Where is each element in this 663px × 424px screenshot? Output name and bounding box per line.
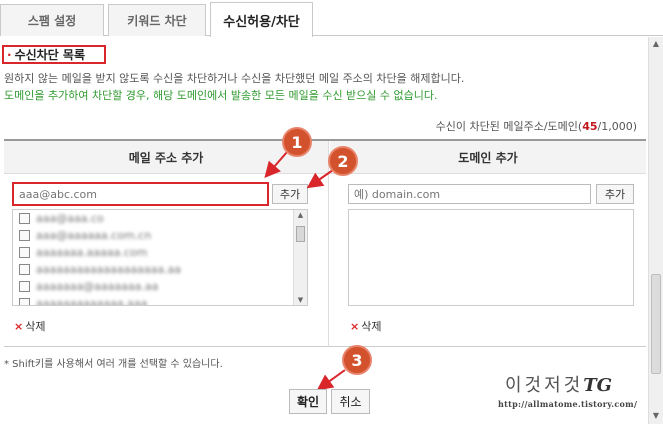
email-list[interactable]: aaa@aaa.co aaa@aaaaaa.com.cn aaaaaaa.aaa… (12, 209, 308, 306)
section-title: · 수신차단 목록 (2, 45, 106, 64)
email-list-scrollbar[interactable]: ▲ ▼ (293, 210, 307, 305)
watermark-tg: TG (583, 375, 613, 396)
checkbox[interactable] (19, 247, 30, 258)
checkbox[interactable] (19, 281, 30, 292)
step-badge-3: 3 (342, 345, 372, 375)
list-item[interactable]: aaaaaaaaaaaaa.aaa (13, 295, 307, 306)
bullet-icon: · (7, 47, 12, 62)
list-item[interactable]: aaaaaaa@aaaaaaa.aa (13, 278, 307, 295)
email-item-text: aaaaaaa@aaaaaaa.aa (36, 280, 159, 293)
scroll-down-icon[interactable]: ▼ (651, 411, 661, 420)
email-item-text: aaaaaaaaaaaaaaaaaaa.aa (36, 263, 182, 276)
scroll-up-icon[interactable]: ▲ (651, 39, 661, 48)
blocked-count: 수신이 차단된 메일주소/도메인(45/1,000) (436, 118, 637, 134)
email-add-button[interactable]: 추가 (272, 184, 308, 204)
scroll-thumb[interactable] (651, 274, 661, 374)
blocked-count-value: 45 (582, 120, 598, 133)
email-heading: 메일 주소 추가 (4, 141, 328, 174)
email-item-text: aaa@aaaaaa.com.cn (36, 229, 152, 242)
tab-allow-block[interactable]: 수신허용/차단 (210, 2, 313, 37)
list-item[interactable]: aaa@aaa.co (13, 210, 307, 227)
cancel-button[interactable]: 취소 (331, 389, 370, 414)
blocked-count-prefix: 수신이 차단된 메일주소/도메인( (435, 120, 583, 133)
email-delete-button[interactable]: × 삭제 (14, 318, 45, 334)
email-item-text: aaa@aaa.co (36, 212, 104, 225)
tab-spam-settings[interactable]: 스팸 설정 (0, 4, 104, 36)
checkbox[interactable] (19, 298, 30, 305)
tab-bar: 스팸 설정 키워드 차단 수신허용/차단 (0, 0, 663, 37)
watermark-url: http://allmatome.tistory.com/ (498, 399, 638, 409)
list-item[interactable]: aaaaaaaaaaaaaaaaaaa.aa (13, 261, 307, 278)
watermark-logo: 이것저것TG (505, 371, 612, 397)
tab-keyword-block[interactable]: 키워드 차단 (108, 4, 206, 36)
scroll-down-icon[interactable]: ▼ (296, 296, 305, 304)
confirm-button[interactable]: 확인 (289, 389, 327, 414)
domain-delete-label: 삭제 (361, 320, 382, 333)
domain-input[interactable] (348, 184, 591, 204)
email-item-text: aaaaaaa.aaaaa.com (36, 246, 148, 259)
delete-x-icon: × (14, 319, 24, 333)
scroll-up-icon[interactable]: ▲ (296, 211, 305, 219)
shift-note: * Shift키를 사용해서 여러 개를 선택할 수 있습니다. (4, 359, 223, 370)
step-badge-1: 1 (282, 127, 312, 157)
watermark-text: 이것저것 (505, 375, 584, 396)
delete-x-icon: × (350, 319, 360, 333)
domain-add-button[interactable]: 추가 (596, 184, 634, 204)
domain-delete-button[interactable]: × 삭제 (350, 318, 381, 334)
domain-heading: 도메인 추가 (330, 141, 646, 174)
blocked-count-suffix: /1,000) (597, 120, 638, 133)
list-item[interactable]: aaaaaaa.aaaaa.com (13, 244, 307, 261)
step-badge-2: 2 (328, 146, 358, 176)
page-scrollbar[interactable]: ▲ ▼ (648, 37, 663, 424)
domain-list[interactable] (348, 209, 634, 306)
domain-warning-text: 도메인을 추가하여 차단할 경우, 해당 도메인에서 발송한 모든 메일을 수신… (4, 89, 438, 102)
block-panel: 메일 주소 추가 추가 aaa@aaa.co aaa@aaaaaa.com.cn… (4, 139, 646, 347)
email-column: 메일 주소 추가 추가 aaa@aaa.co aaa@aaaaaa.com.cn… (4, 141, 329, 347)
list-item[interactable]: aaa@aaaaaa.com.cn (13, 227, 307, 244)
checkbox[interactable] (19, 230, 30, 241)
scroll-thumb[interactable] (296, 226, 305, 242)
email-input[interactable] (12, 182, 269, 206)
description-text: 원하지 않는 메일을 받지 않도록 수신을 차단하거나 수신을 차단했던 메일 … (4, 72, 465, 85)
arrow-3 (316, 369, 346, 391)
section-title-text: 수신차단 목록 (14, 48, 85, 62)
email-item-text: aaaaaaaaaaaaa.aaa (36, 297, 148, 306)
checkbox[interactable] (19, 213, 30, 224)
checkbox[interactable] (19, 264, 30, 275)
email-delete-label: 삭제 (25, 320, 46, 333)
domain-column: 도메인 추가 추가 ×삭제 (330, 141, 646, 347)
